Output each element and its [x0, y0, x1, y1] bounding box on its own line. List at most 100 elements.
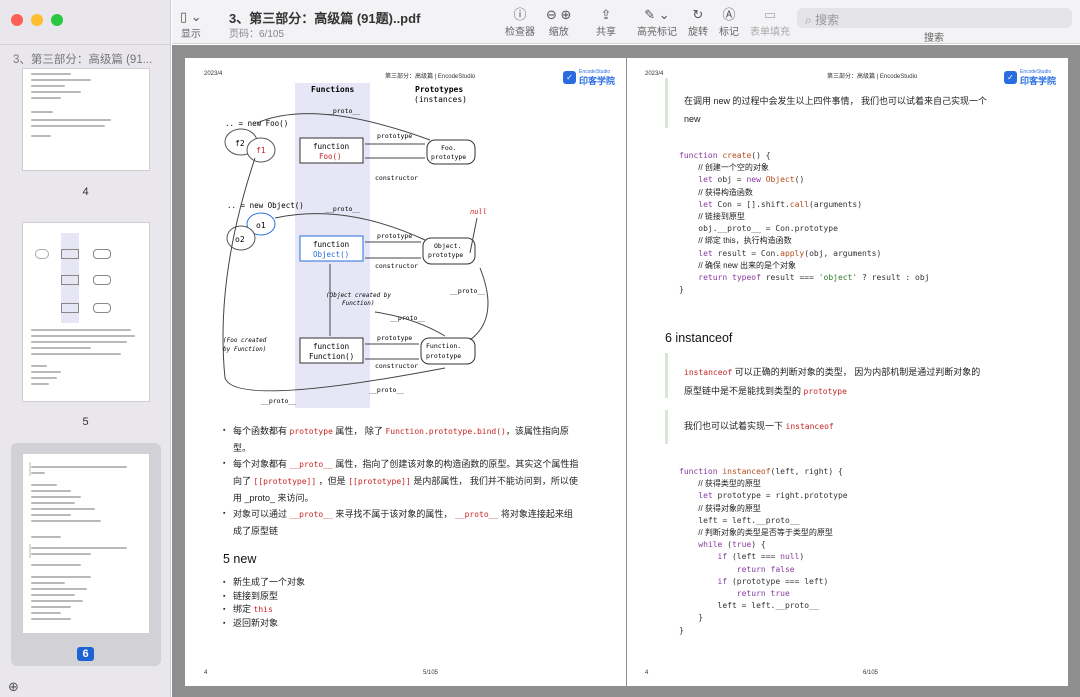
- form-fill-icon: ▭: [763, 7, 777, 22]
- list-item: 绑定 this: [223, 603, 523, 617]
- zoom-button[interactable]: ⊖ ⊕ 缩放: [546, 7, 571, 38]
- svg-text:Function.: Function.: [426, 342, 461, 350]
- svg-text:null: null: [470, 208, 487, 216]
- svg-text:__proto__: __proto__: [369, 386, 404, 394]
- list-item: 返回新对象: [223, 617, 523, 631]
- footer-left: 4: [204, 670, 208, 676]
- svg-text:prototype: prototype: [377, 232, 412, 240]
- logo-icon: ✓: [563, 70, 576, 84]
- header-date: 2023/4: [645, 71, 664, 77]
- zoom-out-zoom-in-icon: ⊖ ⊕: [546, 7, 572, 22]
- svg-text:prototype: prototype: [428, 251, 463, 259]
- svg-text:o2: o2: [235, 235, 245, 244]
- svg-text:(Foo created: (Foo created: [223, 337, 267, 344]
- code-block-create: function create() { // 创建一个空的对象 let obj …: [679, 151, 930, 295]
- svg-text:function: function: [313, 142, 349, 151]
- instanceof-quote: instanceof 可以正确的判断对象的类型， 因为内部机制是通过判断对象的原…: [665, 353, 1025, 398]
- bullet-list-proto: 每个函数都有 prototype 属性， 除了 Function.prototy…: [223, 423, 585, 539]
- sidebar-toggle-icon: ▯ ⌄: [180, 9, 202, 24]
- window-controls: [11, 14, 63, 26]
- header-date: 2023/4: [204, 71, 223, 77]
- svg-text:by Function): by Function): [223, 346, 266, 353]
- svg-text:o1: o1: [256, 221, 266, 230]
- footer-page: 6/105: [863, 670, 879, 676]
- prototype-diagram: Functions Prototypes (instances) .. = ne…: [222, 83, 489, 408]
- svg-text:Object.: Object.: [434, 242, 461, 250]
- zoom-window-button[interactable]: [51, 14, 63, 26]
- code-block-instanceof: function instanceof(left, right) { // 获得…: [679, 467, 848, 635]
- svg-text:f2: f2: [235, 139, 245, 148]
- section-heading-instanceof: 6 instanceof: [665, 331, 733, 345]
- add-page-icon[interactable]: ⊕: [8, 679, 19, 695]
- bullet-list-new: 新生成了一个对象 链接到原型 绑定 this 返回新对象: [223, 576, 523, 630]
- svg-text:function: function: [313, 342, 349, 351]
- highlight-button[interactable]: ✎ ⌄ 高亮标记: [637, 7, 677, 38]
- list-item: 每个函数都有 prototype 属性， 除了 Function.prototy…: [223, 423, 585, 456]
- svg-text:function: function: [313, 240, 349, 249]
- svg-text:.. = new Foo(): .. = new Foo(): [225, 119, 288, 128]
- brand-logo: ✓ EncodeStudio 印客学院: [1004, 68, 1056, 86]
- inspector-button[interactable]: ⓘ 检查器: [505, 7, 535, 38]
- svg-text:(Object created by: (Object created by: [326, 292, 391, 299]
- svg-text:__proto__: __proto__: [261, 397, 296, 405]
- minimize-window-button[interactable]: [31, 14, 43, 26]
- rotate-button[interactable]: ↻ 旋转: [688, 7, 708, 38]
- brand-logo: ✓ EncodeStudio 印客学院: [563, 68, 615, 86]
- toolbar: ▯ ⌄ 显示 3、第三部分：高级篇 (91题)..pdf 页码：6/105 ⓘ 检查…: [172, 0, 1080, 44]
- svg-text:__proto__: __proto__: [325, 107, 360, 115]
- search-label: 搜索: [924, 33, 944, 44]
- pdf-page-6: 2023/4 第三部分：高级篇 | EncodeStudio ✓ EncodeSt…: [627, 58, 1068, 686]
- share-icon: ⇪: [600, 7, 612, 22]
- svg-text:Function(): Function(): [309, 352, 354, 361]
- pen-icon: ✎ ⌄: [644, 7, 670, 22]
- search-icon: ⌕: [805, 13, 812, 27]
- markup-button[interactable]: Ⓐ 标记: [719, 7, 739, 38]
- svg-text:.. = new Object(): .. = new Object(): [227, 201, 304, 210]
- svg-text:prototype: prototype: [377, 334, 412, 342]
- thumb-label-5: 5: [82, 416, 89, 428]
- page-indicator: 页码：6/105: [229, 29, 285, 40]
- svg-text:Foo(): Foo(): [319, 152, 342, 161]
- form-fill-button[interactable]: ▭ 表单填充: [750, 7, 790, 38]
- rotate-icon: ↻: [692, 7, 704, 22]
- svg-text:(instances): (instances): [414, 95, 467, 104]
- thumbnail-sidebar: 3、第三部分：高级篇 (91... 4 5 6 ⊕: [0, 0, 171, 697]
- svg-text:prototype: prototype: [426, 352, 461, 360]
- instanceof-quote-2: 我们也可以试着实现一下 instanceof: [665, 410, 1025, 444]
- list-item: 每个对象都有 __proto__ 属性，指向了创建该对象的构造函数的原型。其实这…: [223, 456, 585, 506]
- footer-page: 5/105: [423, 670, 439, 676]
- section-heading-new: 5 new: [223, 552, 257, 566]
- page-thumbnail-6[interactable]: [22, 453, 150, 634]
- sidebar-title: 3、第三部分：高级篇 (91...: [0, 44, 171, 68]
- list-item: 链接到原型: [223, 590, 523, 604]
- svg-text:Function): Function): [342, 300, 375, 307]
- svg-text:__proto__: __proto__: [390, 314, 425, 322]
- svg-text:prototype: prototype: [431, 153, 466, 161]
- svg-text:__proto__: __proto__: [325, 205, 360, 213]
- page-thumbnail-4[interactable]: [22, 68, 150, 171]
- close-window-button[interactable]: [11, 14, 23, 26]
- search-input[interactable]: ⌕ 搜索: [797, 8, 1072, 28]
- markup-icon: Ⓐ: [722, 7, 736, 22]
- svg-text:Functions: Functions: [311, 84, 355, 94]
- footer-left: 4: [645, 670, 649, 676]
- svg-text:__proto__: __proto__: [450, 287, 485, 295]
- logo-icon: ✓: [1004, 70, 1017, 84]
- svg-text:prototype: prototype: [377, 132, 412, 140]
- pdf-page-5: 2023/4 第三部分：高级篇 | EncodeStudio ✓ EncodeSt…: [185, 58, 626, 686]
- page-thumbnail-5[interactable]: [22, 222, 150, 402]
- info-icon: ⓘ: [513, 7, 527, 22]
- display-button[interactable]: ▯ ⌄ 显示: [180, 9, 202, 40]
- document-view[interactable]: 2023/4 第三部分：高级篇 | EncodeStudio ✓ EncodeSt…: [172, 45, 1080, 697]
- list-item: 新生成了一个对象: [223, 576, 523, 590]
- thumb-label-6: 6: [0, 647, 171, 661]
- list-item: 对象可以通过 __proto__ 来寻找不属于该对象的属性， __proto__…: [223, 506, 585, 539]
- svg-text:constructor: constructor: [375, 262, 418, 270]
- svg-text:f1: f1: [256, 146, 266, 155]
- svg-text:Object(): Object(): [313, 250, 349, 259]
- svg-text:constructor: constructor: [375, 174, 418, 182]
- share-button[interactable]: ⇪ 共享: [596, 7, 616, 38]
- svg-text:constructor: constructor: [375, 362, 418, 370]
- svg-text:Foo.: Foo.: [441, 144, 457, 152]
- thumb-label-4: 4: [82, 186, 89, 198]
